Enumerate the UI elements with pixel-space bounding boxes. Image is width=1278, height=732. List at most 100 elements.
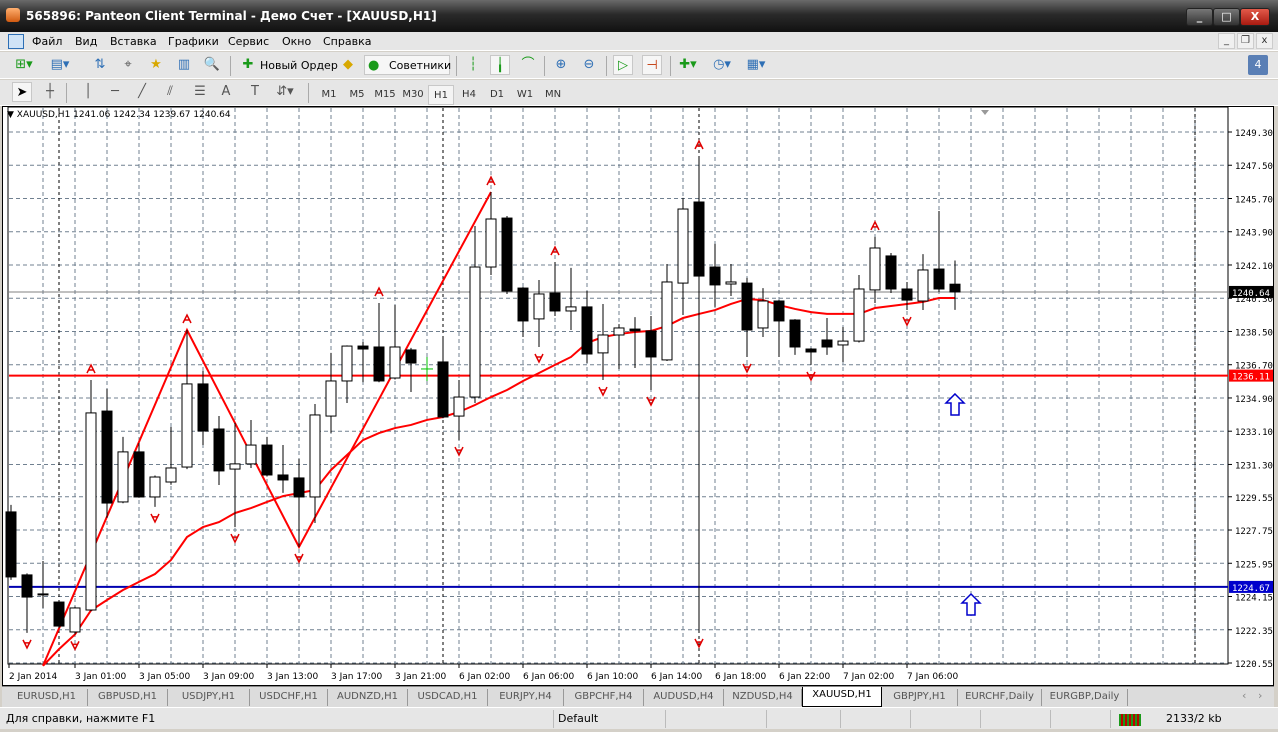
timeframe-m1[interactable]: M1	[316, 85, 342, 105]
menu-insert[interactable]: Вставка	[110, 35, 157, 48]
candlestick-chart-icon[interactable]: ╽	[490, 55, 510, 75]
periods-clock-icon[interactable]: ◷▾	[712, 55, 732, 75]
price-chart[interactable]: 1249.30 1247.50 1245.70 1243.90 1242.10 1240.…	[3, 107, 1275, 687]
connection-status-icon[interactable]	[1119, 714, 1141, 726]
tab-eurjpy-h4[interactable]: EURJPY,H4	[488, 689, 564, 706]
tabs-scroll-left-icon[interactable]: ‹	[1242, 689, 1246, 702]
line-chart-icon[interactable]: ⌒	[518, 55, 538, 75]
title-bar: 565896: Panteon Client Terminal - Демо С…	[0, 0, 1278, 32]
candle-bull	[341, 345, 353, 382]
text-label-icon[interactable]: T	[245, 82, 265, 102]
chart-shift-icon[interactable]: ⊣	[642, 55, 662, 75]
candle-bear	[133, 451, 145, 498]
timeframe-w1[interactable]: W1	[512, 85, 538, 105]
tab-eurusd-h1[interactable]: EURUSD,H1	[6, 689, 88, 706]
equidistant-channel-icon[interactable]: ⫽	[160, 82, 180, 102]
tab-eurgbp-daily[interactable]: EURGBP,Daily	[1042, 689, 1128, 706]
timeframe-mn[interactable]: MN	[540, 85, 566, 105]
text-icon[interactable]: A	[216, 82, 236, 102]
tab-usdcad-h1[interactable]: USDCAD,H1	[408, 689, 488, 706]
tab-eurchf-daily[interactable]: EURCHF,Daily	[958, 689, 1042, 706]
timeframe-m5[interactable]: M5	[344, 85, 370, 105]
candle-bear	[213, 428, 225, 472]
tab-usdjpy-h1[interactable]: USDJPY,H1	[168, 689, 250, 706]
timeframe-h1[interactable]: H1	[428, 85, 454, 105]
tab-audusd-h4[interactable]: AUDUSD,H4	[644, 689, 724, 706]
maximize-button[interactable]: □	[1213, 8, 1240, 26]
strategy-tester-icon[interactable]: 🔍	[202, 55, 222, 75]
menu-view[interactable]: Вид	[75, 35, 97, 48]
timeframe-m15[interactable]: M15	[372, 85, 398, 105]
y-tick-label: 1222.35	[1235, 627, 1273, 637]
x-tick-label: 3 Jan 21:00	[395, 672, 447, 682]
candle-bull	[245, 444, 257, 465]
timeframe-d1[interactable]: D1	[484, 85, 510, 105]
fibonacci-icon[interactable]: ☰	[190, 82, 210, 102]
crosshair-icon[interactable]: ┼	[40, 82, 60, 102]
alerts-badge[interactable]: 4	[1248, 55, 1268, 75]
crosshair-navigator-icon[interactable]: ⌖	[118, 55, 138, 75]
auto-scroll-icon[interactable]: ▷	[613, 55, 633, 75]
tab-gbpusd-h1[interactable]: GBPUSD,H1	[88, 689, 168, 706]
timeframe-m30[interactable]: M30	[400, 85, 426, 105]
menu-file[interactable]: Файл	[32, 35, 62, 48]
experts-button[interactable]: ● Советники	[364, 55, 451, 75]
profiles-icon[interactable]: ▤▾	[50, 55, 70, 75]
zoom-in-icon[interactable]: ⊕	[551, 55, 571, 75]
menu-window[interactable]: Окно	[282, 35, 311, 48]
chart-menu-triangle-icon[interactable]: ▼	[7, 110, 17, 120]
status-divider	[553, 710, 554, 728]
menu-help[interactable]: Справка	[323, 35, 371, 48]
candle-bull	[869, 247, 881, 291]
metaeditor-icon[interactable]: ◆	[338, 55, 358, 75]
mdi-restore-button[interactable]: ❐	[1237, 33, 1254, 49]
zoom-out-icon[interactable]: ⊖	[579, 55, 599, 75]
tab-usdchf-h1[interactable]: USDCHF,H1	[250, 689, 328, 706]
tab-nzdusd-h4[interactable]: NZDUSD,H4	[724, 689, 802, 706]
mdi-close-button[interactable]: x	[1256, 33, 1273, 49]
x-tick-label: 6 Jan 18:00	[715, 672, 767, 682]
y-tick-label: 1233.10	[1235, 428, 1273, 438]
tabs-scroll-right-icon[interactable]: ›	[1258, 689, 1262, 702]
menu-charts[interactable]: Графики	[168, 35, 219, 48]
candle-bear	[709, 266, 721, 286]
indicators-icon[interactable]: ✚▾	[678, 55, 698, 75]
chart-document-icon[interactable]	[8, 34, 24, 49]
x-tick-label: 6 Jan 22:00	[779, 672, 831, 682]
toolbar-separator	[66, 83, 67, 103]
mdi-minimize-button[interactable]: _	[1218, 33, 1235, 49]
tab-gbpjpy-h1[interactable]: GBPJPY,H1	[882, 689, 958, 706]
cursor-icon[interactable]: ➤	[12, 82, 32, 102]
minimize-button[interactable]: _	[1186, 8, 1213, 26]
new-chart-icon[interactable]: ⊞▾	[14, 55, 34, 75]
tab-gbpchf-h4[interactable]: GBPCHF,H4	[564, 689, 644, 706]
candle-bull	[853, 288, 865, 342]
terminal-icon[interactable]: ▥	[174, 55, 194, 75]
tab-audnzd-h1[interactable]: AUDNZD,H1	[328, 689, 408, 706]
status-divider	[910, 710, 911, 728]
trendline-icon[interactable]: ╱	[132, 82, 152, 102]
vertical-line-icon[interactable]: │	[78, 82, 98, 102]
menu-tools[interactable]: Сервис	[228, 35, 269, 48]
candle-bull	[533, 293, 545, 320]
chart-window[interactable]: 1249.30 1247.50 1245.70 1243.90 1242.10 1240.…	[2, 106, 1274, 686]
experts-icon: ●	[368, 58, 380, 73]
new-order-button[interactable]: Новый Ордер	[260, 59, 338, 72]
candle-bear	[261, 444, 273, 476]
bar-chart-icon[interactable]: ┆	[463, 55, 483, 75]
candle-bear	[405, 349, 417, 364]
market-watch-icon[interactable]: ⇅	[90, 55, 110, 75]
timeframe-h4[interactable]: H4	[456, 85, 482, 105]
horizontal-line-icon[interactable]: ─	[105, 82, 125, 102]
new-order-icon[interactable]: ✚	[238, 55, 258, 75]
price-tag-label: 1236.11	[1232, 373, 1270, 383]
favorites-folder-icon[interactable]: ★	[146, 55, 166, 75]
x-tick-label: 3 Jan 09:00	[203, 672, 255, 682]
close-button[interactable]: X	[1240, 8, 1270, 26]
tab-xauusd-h1[interactable]: XAUUSD,H1	[802, 687, 882, 707]
templates-icon[interactable]: ▦▾	[746, 55, 766, 75]
arrows-icon[interactable]: ⇵▾	[275, 82, 295, 102]
app-icon	[6, 8, 20, 22]
y-tick-label: 1231.30	[1235, 461, 1273, 471]
candle-bear	[693, 201, 705, 277]
